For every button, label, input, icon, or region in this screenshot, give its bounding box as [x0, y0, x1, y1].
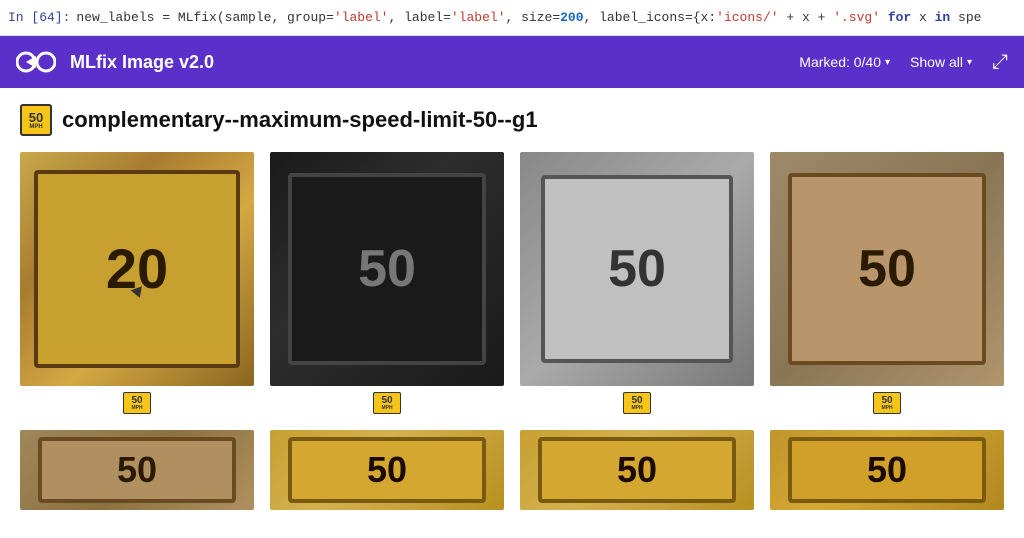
code-prompt: In [64]:	[8, 8, 70, 28]
image-thumb[interactable]: 50	[520, 152, 754, 386]
sign-overlay: 50	[270, 430, 504, 510]
image-thumb[interactable]: 50	[270, 152, 504, 386]
image-label-icon: 50 MPH	[123, 392, 151, 414]
code-line: In [64]: new_labels = MLfix(sample, grou…	[0, 0, 1024, 36]
category-title: 50 MPH complementary--maximum-speed-limi…	[20, 104, 1004, 136]
label-icon-num: 50	[381, 396, 392, 406]
sign-box: 50	[288, 437, 487, 503]
toolbar-left: MLfix Image v2.0	[16, 48, 214, 76]
category-speed-icon: 50 MPH	[20, 104, 52, 136]
sign-box: 50	[538, 437, 737, 503]
category-icon-unit: MPH	[29, 124, 42, 130]
sign-box: 50	[788, 437, 987, 503]
list-item[interactable]: 50 50 MPH	[520, 152, 754, 414]
label-icon-unit: MPH	[631, 406, 642, 411]
show-all-chevron: ▾	[967, 57, 972, 68]
label-icon-num: 50	[631, 396, 642, 406]
marked-label: Marked: 0/40	[799, 54, 881, 70]
image-thumb[interactable]: 50	[270, 430, 504, 510]
sign-number: 50	[117, 452, 157, 488]
sign-number: 50	[617, 452, 657, 488]
label-icon-num: 50	[131, 396, 142, 406]
toolbar-right: Marked: 0/40 ▾ Show all ▾ ⤢	[799, 51, 1008, 74]
list-item[interactable]: 50	[520, 430, 754, 510]
image-thumb[interactable]: 50	[20, 430, 254, 510]
sign-box: 20	[34, 170, 240, 369]
category-label: complementary--maximum-speed-limit-50--g…	[62, 107, 538, 133]
image-thumb[interactable]: 50	[770, 430, 1004, 510]
image-thumb[interactable]: 50	[770, 152, 1004, 386]
sign-number: 50	[358, 243, 416, 295]
list-item[interactable]: 50	[270, 430, 504, 510]
sign-overlay: 50	[770, 152, 1004, 386]
list-item[interactable]: 50 50 MPH	[270, 152, 504, 414]
sign-number: 50	[367, 452, 407, 488]
sign-box: 50	[541, 175, 733, 362]
app-title: MLfix Image v2.0	[70, 52, 214, 73]
sign-number: 20	[106, 241, 168, 297]
list-item[interactable]: 50	[20, 430, 254, 510]
sign-box: 50	[38, 437, 237, 503]
logo-svg	[16, 48, 56, 76]
sign-overlay: 50	[520, 430, 754, 510]
code-content: new_labels = MLfix(sample, group='label'…	[76, 8, 981, 28]
main-content: 50 MPH complementary--maximum-speed-limi…	[0, 88, 1024, 538]
show-all-label: Show all	[910, 54, 963, 70]
list-item[interactable]: 20 50 MPH	[20, 152, 254, 414]
sign-number: 50	[867, 452, 907, 488]
list-item[interactable]: 50	[770, 430, 1004, 510]
image-thumb[interactable]: 20	[20, 152, 254, 386]
image-label-icon: 50 MPH	[373, 392, 401, 414]
sign-number: 50	[608, 243, 666, 295]
expand-icon: ⤢	[992, 51, 1008, 73]
sign-overlay: 50	[770, 430, 1004, 510]
sign-box: 50	[288, 173, 487, 365]
image-thumb[interactable]: 50	[520, 430, 754, 510]
sign-overlay: 50	[270, 152, 504, 386]
sign-box: 50	[788, 173, 987, 365]
label-icon-unit: MPH	[131, 406, 142, 411]
sign-overlay: 20	[20, 152, 254, 386]
label-icon-unit: MPH	[381, 406, 392, 411]
logo-icon	[16, 48, 56, 76]
label-icon-unit: MPH	[881, 406, 892, 411]
sign-overlay: 50	[20, 430, 254, 510]
sign-number: 50	[858, 243, 916, 295]
expand-button[interactable]: ⤢	[992, 51, 1008, 74]
marked-button[interactable]: Marked: 0/40 ▾	[799, 54, 890, 70]
image-label-icon: 50 MPH	[623, 392, 651, 414]
marked-chevron: ▾	[885, 57, 890, 68]
show-all-button[interactable]: Show all ▾	[910, 54, 972, 70]
toolbar: MLfix Image v2.0 Marked: 0/40 ▾ Show all…	[0, 36, 1024, 88]
sign-overlay: 50	[520, 152, 754, 386]
image-grid: 20 50 MPH 50 50 MPH	[20, 152, 1004, 510]
list-item[interactable]: 50 50 MPH	[770, 152, 1004, 414]
image-label-icon: 50 MPH	[873, 392, 901, 414]
category-icon-num: 50	[29, 111, 43, 124]
label-icon-num: 50	[881, 396, 892, 406]
